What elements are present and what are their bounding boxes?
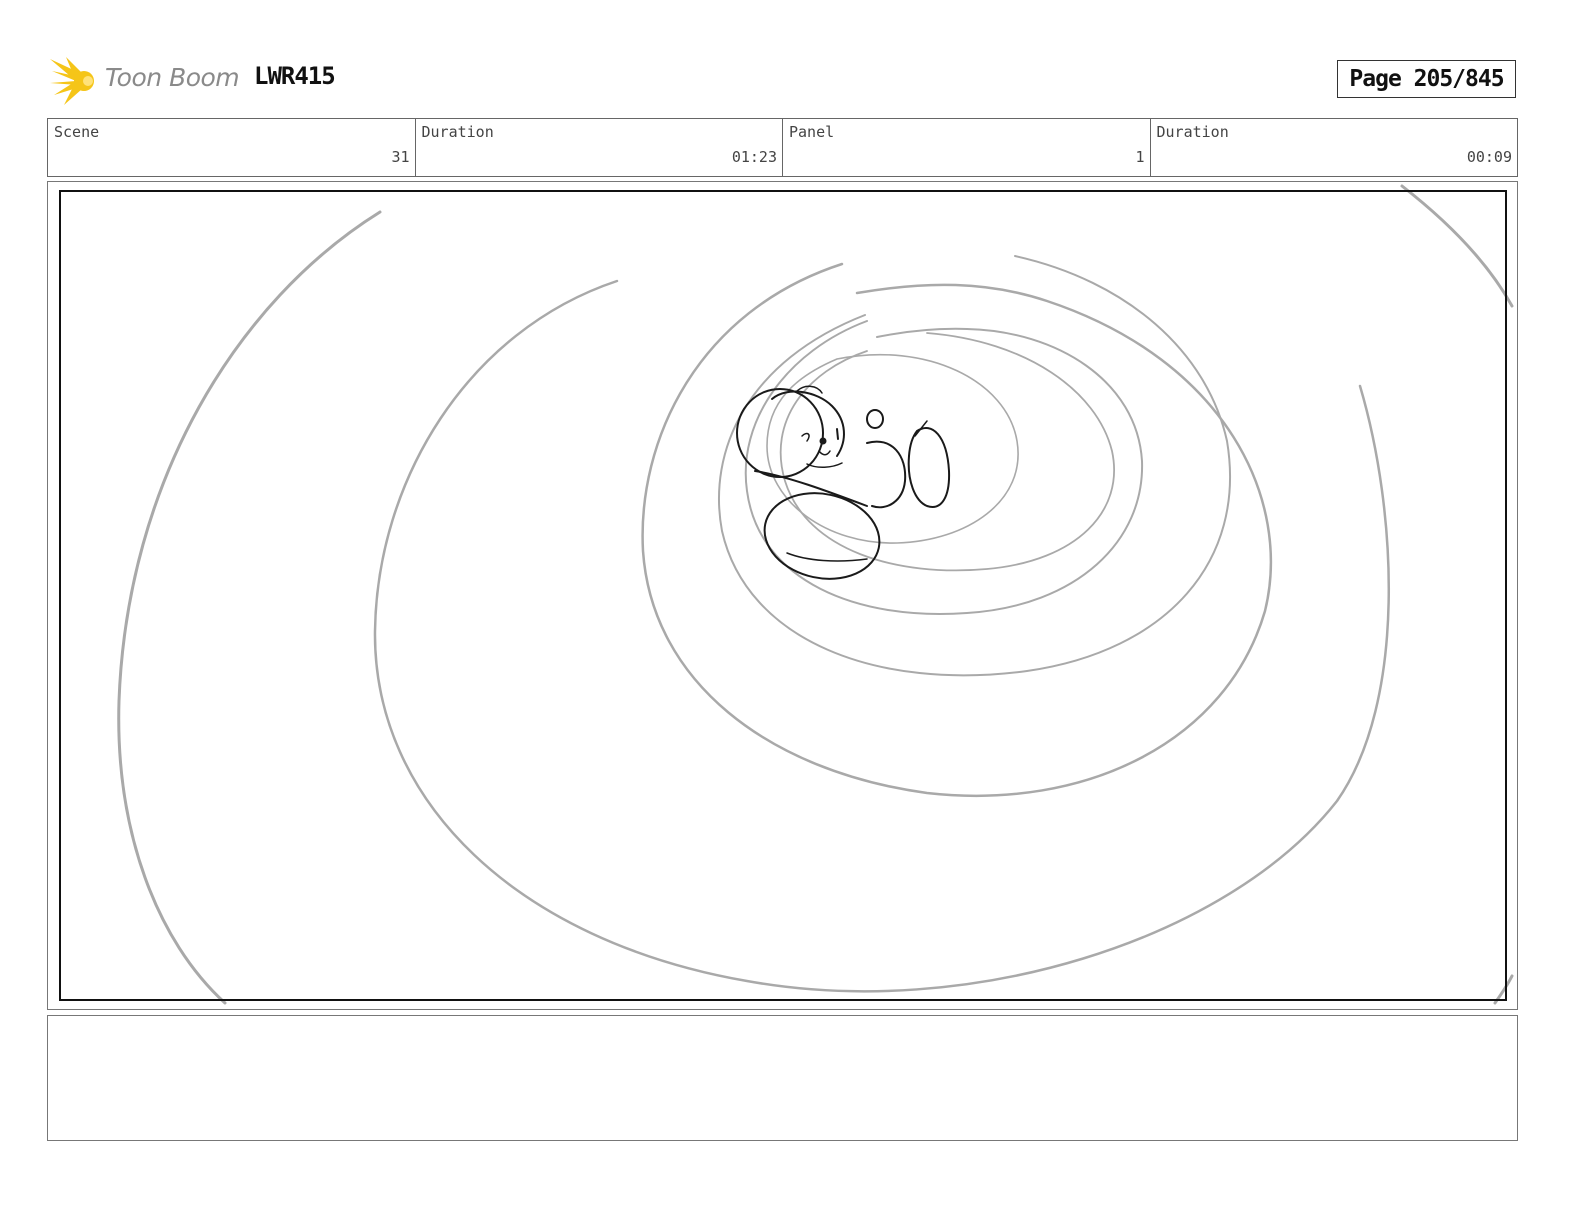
scene-info-bar: Scene 31 Duration 01:23 Panel 1 Duration…	[47, 118, 1518, 177]
scene-duration-label: Duration	[421, 123, 494, 141]
scene-duration-cell: Duration 01:23	[416, 119, 783, 176]
panel-cell: Panel 1	[783, 119, 1151, 176]
scene-value: 31	[391, 148, 410, 166]
panel-frame	[59, 190, 1507, 1001]
action-notes-box[interactable]	[47, 1015, 1518, 1141]
page-number: Page 205/845	[1337, 60, 1516, 98]
panel-duration-label: Duration	[1156, 123, 1229, 141]
toon-boom-logo: Toon Boom	[50, 55, 240, 107]
panel-value: 1	[1135, 148, 1145, 166]
scene-cell: Scene 31	[48, 119, 416, 176]
project-title: LWR415	[254, 62, 336, 90]
starburst-icon	[50, 57, 94, 105]
panel-duration-value: 00:09	[1466, 148, 1512, 166]
brand-name: Toon Boom	[105, 63, 240, 92]
scene-label: Scene	[54, 123, 100, 141]
panel-label: Panel	[789, 123, 835, 141]
scene-duration-value: 01:23	[731, 148, 777, 166]
panel-duration-cell: Duration 00:09	[1151, 119, 1518, 176]
